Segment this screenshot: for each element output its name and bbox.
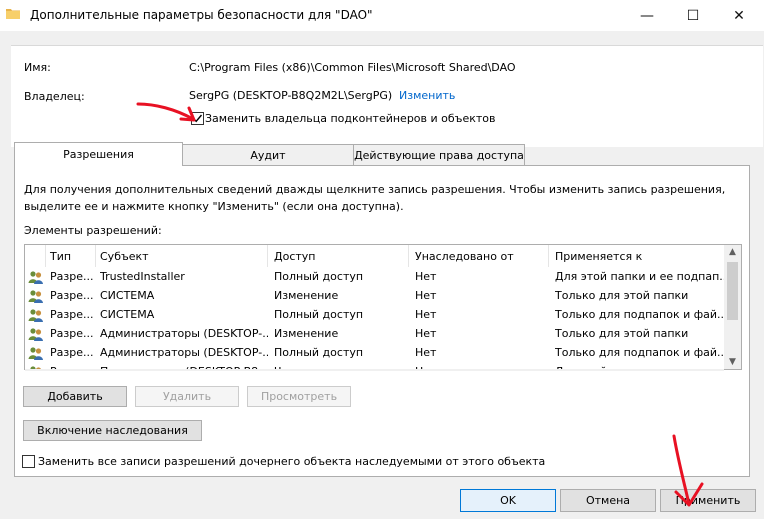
user-group-icon xyxy=(28,346,44,360)
table-cell[interactable]: Изменение xyxy=(274,327,409,340)
help-text: Для получения дополнительных сведений дв… xyxy=(24,183,726,213)
user-group-icon xyxy=(28,308,44,322)
tab-permissions[interactable]: Разрешения xyxy=(14,142,183,166)
table-cell[interactable]: TrustedInstaller xyxy=(100,270,268,283)
table-cell[interactable]: Нет xyxy=(415,327,549,340)
table-cell[interactable]: Только для этой папки xyxy=(555,327,725,340)
change-owner-link[interactable]: Изменить xyxy=(399,89,455,102)
table-cell[interactable]: Только для подпапок и фай... xyxy=(555,346,725,359)
table-cell[interactable]: Администраторы (DESKTOP-... xyxy=(100,346,268,359)
tab-effective-access[interactable]: Действующие права доступа xyxy=(353,144,525,165)
list-horizontal-edge xyxy=(25,369,724,371)
add-button[interactable]: Добавить xyxy=(23,386,127,407)
cancel-button[interactable]: Отмена xyxy=(560,489,656,512)
owner-label: Владелец: xyxy=(24,90,85,103)
user-group-icon xyxy=(28,270,44,284)
annotation-arrow-icon xyxy=(672,434,704,507)
close-button[interactable]: ✕ xyxy=(716,0,762,31)
view-button[interactable]: Просмотреть xyxy=(247,386,351,407)
enable-inheritance-button[interactable]: Включение наследования xyxy=(23,420,202,441)
table-cell[interactable]: Администраторы (DESKTOP-... xyxy=(100,327,268,340)
table-cell[interactable]: Нет xyxy=(415,289,549,302)
user-group-icon xyxy=(28,327,44,341)
column-header-inherited-from[interactable]: Унаследовано от xyxy=(409,245,549,267)
replace-owner-label[interactable]: Заменить владельца подконтейнеров и объе… xyxy=(205,112,496,125)
column-header-access[interactable]: Доступ xyxy=(268,245,409,267)
table-cell[interactable]: Нет xyxy=(415,308,549,321)
permission-entries-list[interactable]: Тип Субъект Доступ Унаследовано от Приме… xyxy=(24,244,742,370)
table-cell[interactable]: Полный доступ xyxy=(274,308,409,321)
table-cell[interactable]: Разре... xyxy=(50,346,96,359)
table-cell[interactable]: Изменение xyxy=(274,289,409,302)
maximize-button[interactable]: ☐ xyxy=(670,0,716,31)
scroll-up-icon[interactable]: ▲ xyxy=(727,247,738,257)
table-cell[interactable]: СИСТЕМА xyxy=(100,289,268,302)
name-label: Имя: xyxy=(24,61,51,74)
tab-audit[interactable]: Аудит xyxy=(182,144,354,165)
table-cell[interactable]: Для этой папки и ее подпап... xyxy=(555,270,725,283)
name-value: C:\Program Files (x86)\Common Files\Micr… xyxy=(189,61,516,74)
table-cell[interactable]: Разре... xyxy=(50,308,96,321)
ok-button[interactable]: OK xyxy=(460,489,556,512)
annotation-arrow-icon xyxy=(136,102,196,122)
owner-value: SergPG (DESKTOP-B8Q2M2L\SergPG) xyxy=(189,89,393,102)
replace-child-permissions-checkbox[interactable] xyxy=(22,455,35,468)
table-cell[interactable]: Разре... xyxy=(50,270,96,283)
column-header-applies-to[interactable]: Применяется к xyxy=(549,245,725,267)
column-header-type[interactable]: Тип xyxy=(46,245,96,267)
table-cell[interactable]: Разре... xyxy=(50,289,96,302)
scroll-down-icon[interactable]: ▼ xyxy=(727,357,738,367)
column-header-icon xyxy=(25,245,46,267)
table-cell[interactable]: Разре... xyxy=(50,327,96,340)
table-cell[interactable]: Нет xyxy=(415,346,549,359)
minimize-button[interactable]: — xyxy=(624,0,670,31)
replace-child-permissions-label[interactable]: Заменить все записи разрешений дочернего… xyxy=(38,455,545,468)
table-cell[interactable]: Только для этой папки xyxy=(555,289,725,302)
table-cell[interactable]: Только для подпапок и фай... xyxy=(555,308,725,321)
table-cell[interactable]: Нет xyxy=(415,270,549,283)
scrollbar-thumb[interactable] xyxy=(727,262,738,320)
table-cell[interactable]: Полный доступ xyxy=(274,270,409,283)
user-group-icon xyxy=(28,289,44,303)
remove-button[interactable]: Удалить xyxy=(135,386,239,407)
table-cell[interactable]: СИСТЕМА xyxy=(100,308,268,321)
window-title: Дополнительные параметры безопасности дл… xyxy=(30,8,373,22)
folder-icon xyxy=(6,8,20,19)
column-header-principal[interactable]: Субъект xyxy=(96,245,268,267)
permission-entries-label: Элементы разрешений: xyxy=(24,224,162,237)
table-cell[interactable]: Полный доступ xyxy=(274,346,409,359)
